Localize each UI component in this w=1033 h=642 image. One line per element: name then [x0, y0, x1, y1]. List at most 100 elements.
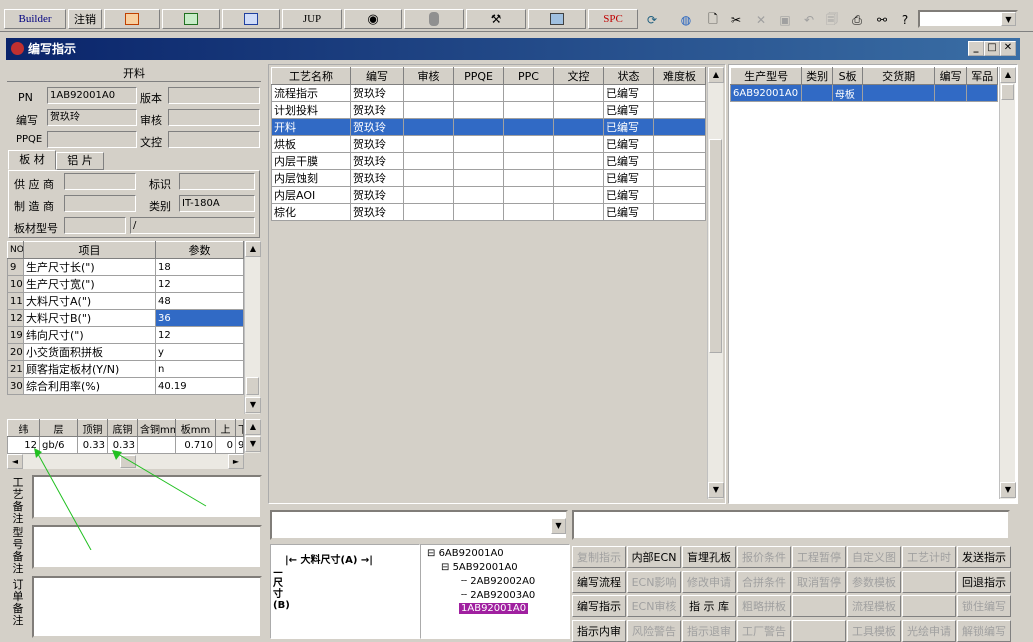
builder-button[interactable]: Builder: [4, 9, 66, 29]
cut-button[interactable]: ✂: [726, 10, 746, 30]
model-row[interactable]: 6AB92001A0 母板: [729, 84, 998, 102]
action-button[interactable]: [792, 595, 846, 617]
action-button[interactable]: 编写流程: [572, 570, 626, 593]
action-button[interactable]: 自定义图: [847, 546, 901, 568]
action-button[interactable]: 指 示 库: [682, 595, 736, 617]
model-header[interactable]: 类别: [801, 67, 833, 85]
process-header[interactable]: PPQE: [453, 67, 504, 85]
scroll-down-icon[interactable]: ▼: [1000, 482, 1016, 498]
excel-button[interactable]: [162, 9, 220, 29]
action-button[interactable]: [902, 570, 956, 593]
jup-button[interactable]: JUP: [282, 9, 342, 29]
process-combo[interactable]: ▼: [270, 510, 568, 540]
action-button[interactable]: 工厂警告: [737, 619, 791, 642]
monitor-button[interactable]: [528, 9, 586, 29]
param-row[interactable]: 9 生产尺寸长(") 18: [7, 258, 244, 276]
action-button[interactable]: ECN审核: [627, 595, 681, 617]
action-button[interactable]: 风险警告: [627, 619, 681, 642]
action-button[interactable]: 工艺计时: [902, 546, 956, 568]
action-button[interactable]: 流程模板: [847, 595, 901, 617]
model-header[interactable]: 编写: [933, 67, 968, 85]
chevron-down-icon[interactable]: ▼: [551, 518, 566, 534]
delete-button[interactable]: ✕: [751, 10, 771, 30]
action-button[interactable]: 修改申请: [682, 570, 736, 593]
param-value[interactable]: 40.19: [155, 377, 244, 395]
param-value[interactable]: 36: [155, 309, 244, 327]
action-button[interactable]: [792, 619, 846, 642]
maker-field[interactable]: [64, 195, 136, 212]
minimize-button[interactable]: _: [968, 41, 984, 56]
param-header-no[interactable]: NO: [7, 241, 24, 259]
action-button[interactable]: 指示内审: [572, 619, 626, 642]
action-button[interactable]: 取消暂停: [792, 570, 846, 593]
param-value[interactable]: 12: [155, 275, 244, 293]
review-field[interactable]: [168, 109, 260, 126]
layer-header[interactable]: 含铜mm: [137, 419, 176, 437]
ppqe-field[interactable]: [47, 131, 137, 148]
tree-child[interactable]: ⊟ 5AB92001A0: [441, 562, 518, 573]
scroll-down-icon[interactable]: ▼: [708, 482, 724, 498]
param-header-item[interactable]: 项目: [23, 241, 156, 259]
param-row[interactable]: 21 顾客指定板材(Y/N) n: [7, 360, 244, 378]
mark-field[interactable]: [179, 173, 255, 190]
param-row[interactable]: 11 大料尺寸A(") 48: [7, 292, 244, 310]
action-button[interactable]: 指示退审: [682, 619, 736, 642]
view-button[interactable]: ◉: [344, 9, 402, 29]
action-button[interactable]: 复制指示: [572, 546, 626, 568]
chevron-down-icon[interactable]: ▼: [1001, 12, 1016, 26]
database-button[interactable]: [404, 9, 464, 29]
order-note-textarea[interactable]: [32, 576, 262, 638]
model-scrollbar[interactable]: ▲ ▼: [999, 67, 1016, 499]
layer-vscrollbar[interactable]: ▲ ▼: [244, 419, 261, 453]
tools-button[interactable]: ⚒: [466, 9, 526, 29]
tree-leaf-1[interactable]: ┄ 2AB92002A0: [461, 576, 535, 587]
action-button[interactable]: 内部ECN: [627, 546, 681, 568]
model-header[interactable]: S板: [831, 67, 864, 85]
param-row[interactable]: 30 综合利用率(%) 40.19: [7, 377, 244, 395]
process-header[interactable]: 状态: [603, 67, 654, 85]
action-button[interactable]: 报价条件: [737, 546, 791, 568]
tree-root[interactable]: ⊟ 6AB92001A0: [427, 548, 504, 559]
preview-button[interactable]: 🗐: [822, 10, 842, 30]
layer-cell[interactable]: 0: [215, 436, 236, 454]
param-row[interactable]: 19 纬向尺寸(") 12: [7, 326, 244, 344]
process-header[interactable]: 编写: [350, 67, 404, 85]
version-field[interactable]: [168, 87, 260, 104]
layer-header[interactable]: 层: [39, 419, 78, 437]
layer-header[interactable]: 下: [235, 419, 244, 437]
process-header[interactable]: 文控: [553, 67, 604, 85]
remark-input[interactable]: [572, 510, 1010, 540]
action-button[interactable]: 发送指示: [957, 546, 1011, 568]
process-header[interactable]: 难度板: [653, 67, 706, 85]
writer-field[interactable]: 贺玖玲: [47, 109, 137, 126]
supplier-field[interactable]: [64, 173, 136, 190]
maximize-button[interactable]: □: [984, 41, 1000, 56]
refresh-button[interactable]: ⟳: [642, 10, 662, 30]
action-button[interactable]: 盲埋孔板: [682, 546, 736, 568]
help-button[interactable]: ?: [895, 10, 915, 30]
scroll-down-icon[interactable]: ▼: [245, 397, 261, 413]
tab-sheet[interactable]: 板 材: [8, 150, 56, 170]
action-button[interactable]: [902, 595, 956, 617]
process-row[interactable]: 内层蚀刻 贺玖玲 已编写: [271, 169, 706, 187]
action-button[interactable]: 工程暂停: [792, 546, 846, 568]
scroll-up-icon[interactable]: ▲: [245, 419, 261, 435]
action-button[interactable]: 合拼条件: [737, 570, 791, 593]
scroll-up-icon[interactable]: ▲: [245, 241, 261, 257]
action-button[interactable]: 光绘申请: [902, 619, 956, 642]
process-row[interactable]: 内层AOI 贺玖玲 已编写: [271, 186, 706, 204]
scroll-up-icon[interactable]: ▲: [708, 67, 724, 83]
close-button[interactable]: ✕: [1000, 41, 1016, 56]
scroll-right-icon[interactable]: ►: [228, 454, 244, 469]
action-button[interactable]: 锁住编写: [957, 595, 1011, 617]
tree-selected[interactable]: 1AB92001A0: [459, 603, 529, 614]
param-value[interactable]: 12: [155, 326, 244, 344]
process-row[interactable]: 开料 贺玖玲 已编写: [271, 118, 706, 136]
layer-header[interactable]: 纬: [7, 419, 40, 437]
browser-button[interactable]: ◍: [676, 10, 696, 30]
pn-field[interactable]: 1AB92001A0: [47, 87, 137, 104]
action-button[interactable]: 粗略拼板: [737, 595, 791, 617]
action-button[interactable]: 参数模板: [847, 570, 901, 593]
action-button[interactable]: 编写指示: [572, 595, 626, 617]
model-header[interactable]: 军品: [966, 67, 998, 85]
